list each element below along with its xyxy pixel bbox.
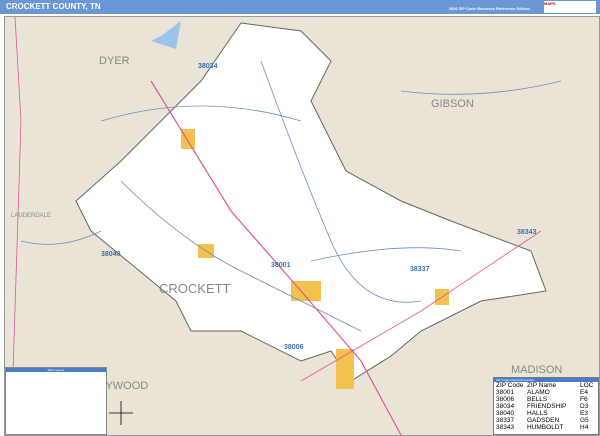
- title-bar: CROCKETT COUNTY, TN 2026 ZIP Code Busine…: [0, 0, 600, 14]
- zip-label: 38343: [517, 229, 537, 236]
- map-title: CROCKETT COUNTY, TN: [6, 2, 101, 11]
- publisher-logo: MAPS: [544, 1, 596, 13]
- col-header: ZIP Code: [496, 382, 524, 389]
- table-row: 38343 HUMBOLDT H4: [496, 424, 589, 431]
- zip-label: 38034: [198, 63, 218, 70]
- neighbor-label: GIBSON: [431, 98, 474, 110]
- table-row: 38006 BELLS F6: [496, 396, 588, 403]
- table-row: 38337 GADSDEN G5: [496, 417, 589, 424]
- zip-index-table: ZIP Code Index/Grid Locator ZIP Code ZIP…: [493, 377, 599, 435]
- table-row: 38001 ALAMO E4: [496, 389, 588, 396]
- zip-label: 38040: [101, 251, 121, 258]
- legend-title: Map Legend: [6, 368, 106, 372]
- neighbor-label: LAUDERDALE: [11, 213, 51, 219]
- table-row: 38034 FRIENDSHIP D3: [496, 403, 589, 410]
- neighbor-label: DYER: [99, 55, 130, 67]
- zip-label: 38337: [410, 266, 430, 273]
- zip-table-header: ZIP Code ZIP Name LOC: [494, 382, 598, 389]
- county-label: CROCKETT: [159, 281, 231, 296]
- edition-label: 2026 ZIP Code Business Reference Edition: [448, 6, 530, 11]
- zip-label: 38006: [284, 344, 304, 351]
- neighbor-label: MADISON: [511, 364, 562, 376]
- map-legend: Map Legend: [5, 367, 107, 435]
- table-row: 38040 HALLS E3: [496, 410, 588, 417]
- zip-label: 38001: [271, 262, 291, 269]
- col-header: ZIP Name: [527, 382, 557, 389]
- col-header: LOC: [580, 382, 594, 389]
